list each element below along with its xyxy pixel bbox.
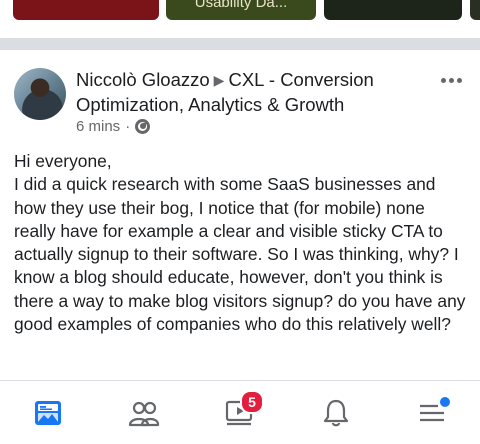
feed-post: Niccolò Gloazzo ▶ CXL - Conversion Optimiz… (0, 50, 480, 386)
globe-icon (135, 119, 151, 134)
author-name[interactable]: Niccolò Gloazzo (76, 69, 210, 90)
suggested-card-3[interactable] (324, 0, 462, 20)
section-divider (0, 38, 480, 50)
notifications-icon (323, 399, 349, 426)
tab-watch[interactable]: 5 (220, 389, 264, 433)
suggested-cards-strip: Usability Da... (0, 0, 480, 22)
post-header: Niccolò Gloazzo ▶ CXL - Conversion Optimiz… (76, 68, 436, 117)
groups-icon (128, 401, 160, 426)
watch-notification-badge: 5 (240, 389, 264, 414)
bottom-navigation: 5 (0, 380, 480, 444)
tab-notifications[interactable] (316, 393, 356, 433)
more-options-icon[interactable] (441, 74, 465, 86)
tab-groups[interactable] (124, 393, 164, 433)
tab-news-feed[interactable] (28, 393, 68, 433)
suggested-card-caption: Usability Da... (194, 0, 288, 11)
news-feed-icon (35, 400, 61, 425)
suggested-card-2[interactable]: Usability Da... (166, 0, 316, 20)
post-timestamp[interactable]: 6 mins (76, 118, 120, 135)
suggested-card-4[interactable] (470, 0, 480, 20)
meta-separator: · (125, 118, 131, 135)
menu-new-indicator (440, 396, 450, 407)
post-meta: 6 mins · (76, 118, 151, 135)
right-triangle-icon: ▶ (213, 72, 225, 88)
post-body: Hi everyone, I did a quick research with… (14, 151, 466, 335)
author-avatar[interactable] (14, 68, 66, 120)
tab-menu[interactable] (412, 393, 452, 433)
suggested-card-1[interactable] (13, 0, 159, 20)
